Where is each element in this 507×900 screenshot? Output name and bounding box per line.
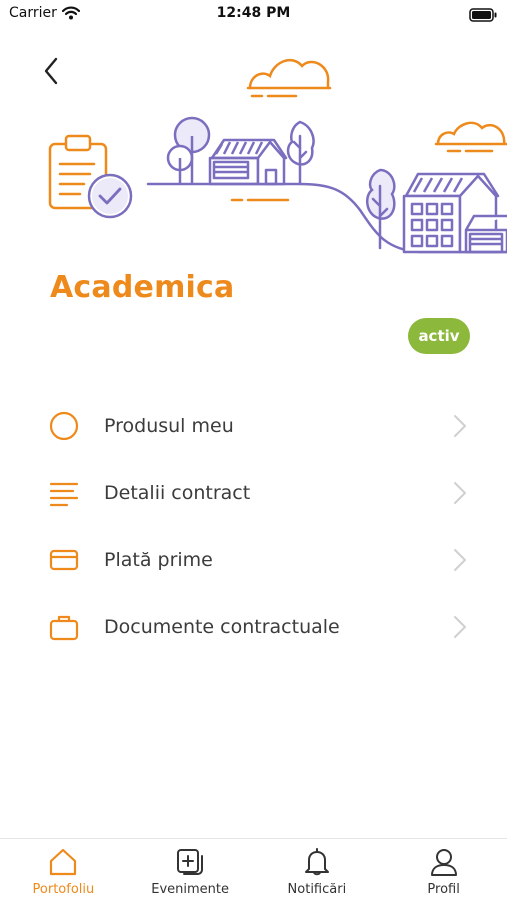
menu-item-detalii-contract[interactable]: Detalii contract [0,459,507,526]
tab-label: Portofoliu [32,882,95,897]
house-icon [208,138,288,186]
tab-label: Notificări [287,882,347,897]
circle-icon [48,410,80,442]
home-icon [47,846,79,878]
chevron-right-icon [454,548,466,571]
battery-icon [469,7,497,26]
briefcase-icon [48,611,80,643]
menu-item-plata-prime[interactable]: Plată prime [0,526,507,593]
tab-evenimente[interactable]: Evenimente [127,839,254,900]
header-illustration [48,58,507,254]
documents-icon [174,846,206,878]
menu-item-produsul-meu[interactable]: Produsul meu [0,392,507,459]
chevron-right-icon [454,481,466,504]
status-time: 12:48 PM [216,5,291,21]
status-bar: Carrier 12:48 PM [0,0,507,30]
tab-label: Profil [427,882,460,897]
tree-icon [166,116,211,184]
cloud-icon [434,121,507,153]
tab-bar: Portofoliu Evenimente Notificări Profil [0,838,507,900]
tab-portofoliu[interactable]: Portofoliu [0,839,127,900]
cloud-icon [246,58,332,98]
tab-label: Evenimente [151,882,229,897]
tree-icon [365,168,396,250]
clipboard-check-icon [48,134,133,219]
tree-icon [286,120,315,186]
lines-icon [48,477,80,509]
garage-icon [464,214,507,254]
page-title: Academica [50,270,235,305]
menu-item-label: Plată prime [104,548,213,571]
bell-icon [301,846,333,878]
chevron-right-icon [454,615,466,638]
menu-item-label: Documente contractuale [104,615,340,638]
menu-item-label: Detalii contract [104,481,251,504]
menu-item-documente-contractuale[interactable]: Documente contractuale [0,593,507,660]
menu-list: Produsul meu Detalii contract Plată prim… [0,392,507,660]
tab-notificari[interactable]: Notificări [254,839,381,900]
card-icon [48,544,80,576]
status-badge: activ [408,318,470,354]
chevron-right-icon [454,414,466,437]
menu-item-label: Produsul meu [104,414,234,437]
tab-profil[interactable]: Profil [380,839,507,900]
user-icon [428,846,460,878]
